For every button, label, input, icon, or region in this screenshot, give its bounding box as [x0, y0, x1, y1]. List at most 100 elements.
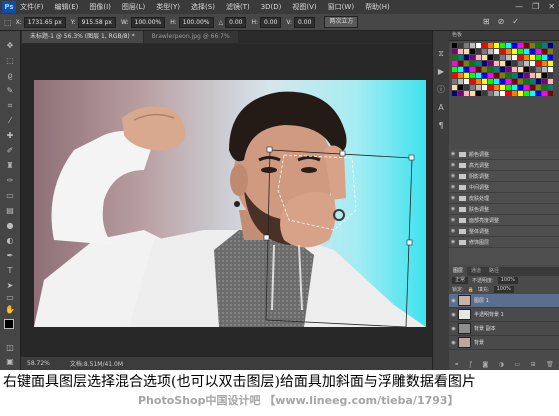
brush-tool-icon[interactable]: ✐	[5, 146, 15, 156]
menu-help[interactable]: 帮助(H)	[365, 2, 390, 12]
swatch-chip[interactable]	[494, 43, 499, 48]
swatch-chip[interactable]	[518, 67, 523, 72]
swatch-chip[interactable]	[512, 91, 517, 96]
swatch-chip[interactable]	[536, 79, 541, 84]
layer-group-row[interactable]: ◉ 高光调整	[449, 160, 559, 171]
warp-icon[interactable]: ⊞	[483, 17, 490, 26]
swatch-chip[interactable]	[530, 79, 535, 84]
swatch-chip[interactable]	[542, 67, 547, 72]
blend-mode-select[interactable]: 正常	[452, 277, 469, 284]
eye-icon[interactable]: ◉	[449, 239, 457, 245]
swatch-chip[interactable]	[458, 67, 463, 72]
swatch-chip[interactable]	[530, 67, 535, 72]
foreground-color-swatch[interactable]	[4, 319, 14, 329]
swatch-chip[interactable]	[518, 73, 523, 78]
swatch-chip[interactable]	[536, 85, 541, 90]
swatch-chip[interactable]	[536, 73, 541, 78]
layer-group-row[interactable]: ◉ 阴影调整	[449, 171, 559, 182]
swatch-chip[interactable]	[548, 85, 553, 90]
menu-layer[interactable]: 图层(L)	[122, 2, 145, 12]
commit-transform-icon[interactable]: ✓	[512, 17, 519, 26]
swatch-chip[interactable]	[548, 91, 553, 96]
swatch-chip[interactable]	[452, 79, 457, 84]
swatch-chip[interactable]	[500, 49, 505, 54]
swatch-chip[interactable]	[548, 43, 553, 48]
eye-icon[interactable]: ◉	[449, 173, 457, 179]
swatch-chip[interactable]	[524, 67, 529, 72]
swatch-chip[interactable]	[452, 49, 457, 54]
angle-input[interactable]: 0.00	[225, 16, 247, 28]
layer-group-row[interactable]: ◉ 修饰图层	[449, 237, 559, 248]
swatch-chip[interactable]	[524, 43, 529, 48]
interpolation-select[interactable]: 两次立方	[324, 16, 359, 28]
layer-row-selected[interactable]: ◉ 图层 1	[449, 294, 559, 308]
eye-icon[interactable]: ◉	[449, 151, 457, 157]
swatch-chip[interactable]	[512, 85, 517, 90]
swatch-chip[interactable]	[542, 55, 547, 60]
swatch-chip[interactable]	[476, 49, 481, 54]
layer-group-row[interactable]: ◉ 颜色调整	[449, 149, 559, 160]
swatch-chip[interactable]	[512, 67, 517, 72]
hskew-input[interactable]: 0.00	[260, 16, 282, 28]
swatch-chip[interactable]	[494, 73, 499, 78]
swatch-chip[interactable]	[476, 79, 481, 84]
shape-tool-icon[interactable]: ▭	[5, 293, 15, 303]
swatch-chip[interactable]	[536, 43, 541, 48]
layer-group-row[interactable]: ◉ 肤色调整	[449, 204, 559, 215]
eye-icon[interactable]: ◉	[449, 312, 458, 318]
h-input[interactable]: 100.00%	[178, 16, 214, 28]
mask-icon[interactable]: ◙	[482, 361, 488, 369]
swatch-chip[interactable]	[482, 43, 487, 48]
swatch-chip[interactable]	[476, 55, 481, 60]
fill-input[interactable]: 100%	[493, 286, 514, 293]
type-tool-icon[interactable]: T	[5, 266, 15, 276]
swatch-chip[interactable]	[464, 91, 469, 96]
swatch-chip[interactable]	[494, 55, 499, 60]
swatch-chip[interactable]	[542, 79, 547, 84]
swatch-chip[interactable]	[506, 79, 511, 84]
swatch-chip[interactable]	[458, 43, 463, 48]
tab-layers[interactable]: 图层	[449, 267, 468, 276]
gradient-tool-icon[interactable]: ▤	[5, 206, 15, 216]
swatch-chip[interactable]	[464, 79, 469, 84]
swatch-chip[interactable]	[482, 55, 487, 60]
eye-icon[interactable]: ◉	[449, 217, 457, 223]
swatch-chip[interactable]	[524, 85, 529, 90]
swatch-chip[interactable]	[518, 79, 523, 84]
swatch-chip[interactable]	[518, 43, 523, 48]
swatch-chip[interactable]	[500, 67, 505, 72]
healing-tool-icon[interactable]: ✚	[5, 131, 15, 141]
swatch-chip[interactable]	[506, 43, 511, 48]
menu-window[interactable]: 窗口(W)	[328, 2, 354, 12]
swatch-chip[interactable]	[470, 61, 475, 66]
swatch-chip[interactable]	[470, 55, 475, 60]
menu-view[interactable]: 视图(V)	[292, 2, 316, 12]
swatch-chip[interactable]	[488, 55, 493, 60]
swatch-chip[interactable]	[536, 55, 541, 60]
history-brush-tool-icon[interactable]: ✑	[5, 176, 15, 186]
menu-select[interactable]: 选择(S)	[191, 2, 215, 12]
swatch-chip[interactable]	[548, 55, 553, 60]
tab-paths[interactable]: 路径	[485, 267, 503, 276]
swatch-chip[interactable]	[488, 73, 493, 78]
cancel-transform-icon[interactable]: ⊘	[498, 17, 505, 26]
eye-icon[interactable]: ◉	[449, 326, 458, 332]
swatch-chip[interactable]	[512, 55, 517, 60]
swatch-chip[interactable]	[476, 73, 481, 78]
move-tool-icon[interactable]: ✥	[5, 41, 15, 51]
vskew-input[interactable]: 0.00	[294, 16, 316, 28]
swatch-chip[interactable]	[542, 85, 547, 90]
swatch-chip[interactable]	[506, 91, 511, 96]
swatch-chip[interactable]	[542, 61, 547, 66]
swatch-chip[interactable]	[548, 61, 553, 66]
eye-icon[interactable]: ◉	[449, 298, 458, 304]
swatch-chip[interactable]	[518, 85, 523, 90]
swatch-chip[interactable]	[494, 85, 499, 90]
layer-group-row[interactable]: ◉ 皮肤处理	[449, 193, 559, 204]
swatch-chip[interactable]	[518, 91, 523, 96]
swatch-chip[interactable]	[452, 91, 457, 96]
swatch-chip[interactable]	[524, 49, 529, 54]
eye-icon[interactable]: ◉	[449, 206, 457, 212]
swatch-chip[interactable]	[482, 85, 487, 90]
swatch-chip[interactable]	[464, 73, 469, 78]
